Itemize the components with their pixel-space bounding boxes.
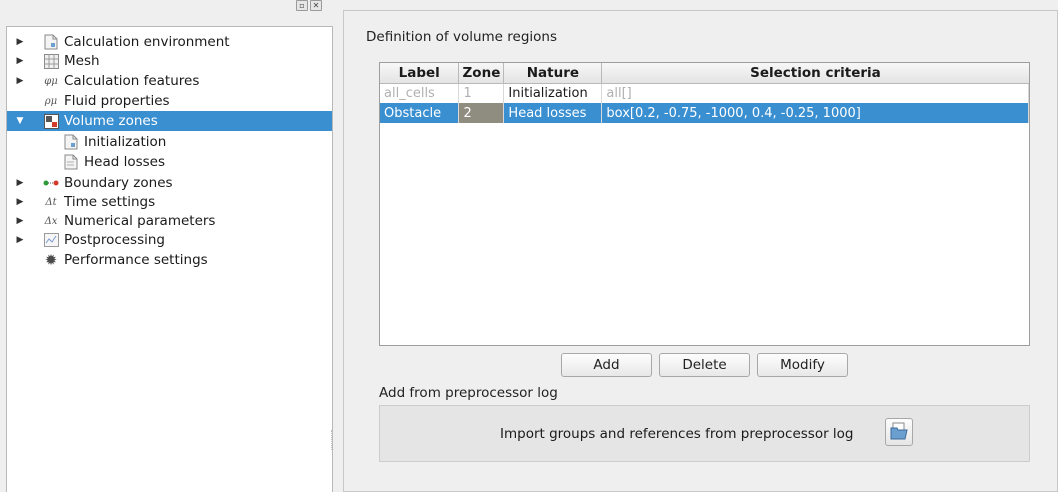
- close-icon[interactable]: ✕: [310, 0, 322, 11]
- tree-item-label: Performance settings: [64, 252, 208, 268]
- column-header-zone[interactable]: Zone: [458, 63, 505, 84]
- add-button[interactable]: Add: [561, 353, 652, 377]
- gear-icon: ✹: [44, 251, 58, 269]
- import-label: Import groups and references from prepro…: [500, 426, 854, 442]
- modify-button[interactable]: Modify: [757, 353, 848, 377]
- tree-item-postprocessing[interactable]: ▶ Postprocessing: [15, 230, 165, 250]
- column-header-selection-criteria[interactable]: Selection criteria: [601, 63, 1029, 84]
- volume-regions-table[interactable]: Label Zone Nature Selection criteria all…: [379, 62, 1030, 346]
- phi-mu-icon: φμ: [44, 75, 58, 87]
- boundary-icon: [43, 175, 59, 191]
- delta-t-icon: Δt: [45, 196, 57, 208]
- tree-item-calculation-environment[interactable]: ▶ Calculation environment: [15, 32, 230, 52]
- tree-item-label: Head losses: [84, 154, 166, 170]
- tree-item-label: Postprocessing: [64, 232, 165, 248]
- grid-icon: [43, 53, 59, 69]
- tree-item-label: Volume zones: [64, 113, 158, 129]
- tree-item-label: Calculation environment: [64, 34, 230, 50]
- cell-zone[interactable]: 2: [458, 103, 505, 123]
- splitter-handle[interactable]: [331, 430, 333, 450]
- column-header-label[interactable]: Label: [380, 63, 460, 84]
- expand-arrow-icon[interactable]: ▶: [15, 235, 25, 245]
- expand-arrow-icon[interactable]: ▶: [15, 197, 25, 207]
- delta-x-icon: Δx: [44, 215, 58, 227]
- float-icon[interactable]: ▫: [296, 0, 308, 11]
- table-header-row: Label Zone Nature Selection criteria: [380, 63, 1029, 84]
- tree-item-numerical-parameters[interactable]: ▶ Δx Numerical parameters: [15, 211, 216, 231]
- tree-item-label: Initialization: [84, 134, 167, 150]
- chart-icon: [43, 232, 59, 248]
- cell-selection-criteria[interactable]: box[0.2, -0.75, -1000, 0.4, -0.25, 1000]: [601, 103, 1029, 123]
- tree-item-label: Fluid properties: [64, 93, 170, 109]
- collapse-arrow-icon[interactable]: ▼: [15, 116, 25, 126]
- tree-item-calculation-features[interactable]: ▶ φμ Calculation features: [15, 71, 200, 91]
- tree-item-head-losses[interactable]: Head losses: [63, 152, 165, 172]
- volume-zones-icon: [43, 113, 59, 129]
- tree-item-initialization[interactable]: Initialization: [63, 132, 166, 152]
- table-row[interactable]: all_cells 1 Initialization all[]: [380, 83, 1029, 103]
- expand-arrow-icon[interactable]: ▶: [15, 216, 25, 226]
- tree-item-volume-zones[interactable]: ▼ Volume zones: [7, 111, 332, 131]
- cell-label[interactable]: Obstacle: [380, 103, 460, 123]
- delete-button[interactable]: Delete: [659, 353, 750, 377]
- cell-label[interactable]: all_cells: [380, 83, 460, 103]
- table-row[interactable]: Obstacle 2 Head losses box[0.2, -0.75, -…: [380, 103, 1029, 123]
- tree-item-label: Numerical parameters: [64, 213, 216, 229]
- tree-item-fluid-properties[interactable]: ρμ Fluid properties: [15, 91, 170, 111]
- expand-arrow-icon[interactable]: ▶: [15, 178, 25, 188]
- column-header-nature[interactable]: Nature: [503, 63, 603, 84]
- tree-item-label: Boundary zones: [64, 175, 173, 191]
- rho-mu-icon: ρμ: [44, 95, 58, 107]
- tree-item-label: Calculation features: [64, 73, 200, 89]
- tree-item-mesh[interactable]: ▶ Mesh: [15, 51, 100, 71]
- preprocessor-section-title: Add from preprocessor log: [379, 385, 558, 401]
- dock-title-buttons: ▫ ✕: [296, 0, 326, 12]
- document-icon: [43, 34, 59, 50]
- folder-open-icon: [890, 422, 908, 443]
- navigation-tree: ▶ Calculation environment ▶ Mesh ▶ φμ Ca…: [6, 26, 333, 492]
- cell-nature[interactable]: Initialization: [503, 83, 603, 103]
- tree-item-label: Time settings: [64, 194, 156, 210]
- tree-item-time-settings[interactable]: ▶ Δt Time settings: [15, 192, 156, 212]
- section-title: Definition of volume regions: [366, 29, 557, 45]
- expand-arrow-icon[interactable]: ▶: [15, 37, 25, 47]
- tree-item-label: Mesh: [64, 53, 100, 69]
- cell-nature[interactable]: Head losses: [503, 103, 603, 123]
- document-icon: [63, 154, 79, 170]
- cell-zone[interactable]: 1: [458, 83, 505, 103]
- cell-selection-criteria[interactable]: all[]: [601, 83, 1029, 103]
- expand-arrow-icon[interactable]: ▶: [15, 76, 25, 86]
- expand-arrow-icon[interactable]: ▶: [15, 56, 25, 66]
- tree-item-boundary-zones[interactable]: ▶ Boundary zones: [15, 173, 173, 193]
- import-folder-button[interactable]: [885, 418, 913, 446]
- tree-item-performance-settings[interactable]: ✹ Performance settings: [15, 250, 208, 270]
- document-icon: [63, 134, 79, 150]
